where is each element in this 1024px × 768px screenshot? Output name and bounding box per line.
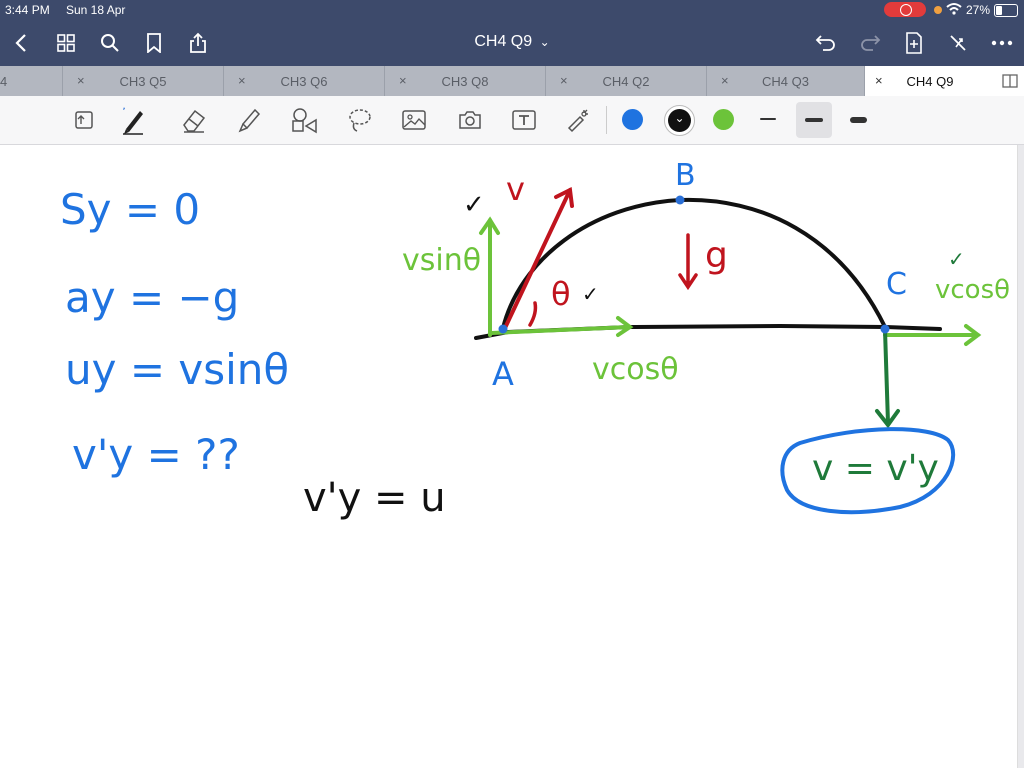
vsin-check-mark: ✓ — [463, 190, 485, 220]
tab-label: CH4 Q3 — [762, 74, 809, 89]
label-g: g — [705, 235, 728, 276]
point-b-marker — [675, 195, 685, 205]
note-page-canvas[interactable]: Sy = 0 ay = −g uy = vsinθ v'y = ?? v'y =… — [0, 145, 1024, 768]
chevron-down-icon: ⌄ — [539, 35, 550, 49]
label-c: C — [886, 267, 907, 302]
stroke-thin-option[interactable] — [752, 104, 784, 136]
vsin-arrow — [479, 216, 500, 337]
label-theta: θ — [551, 275, 571, 313]
label-vcos-right: vcosθ — [935, 275, 1011, 305]
stroke-thick-option[interactable] — [842, 104, 874, 136]
image-icon[interactable] — [398, 104, 430, 136]
lasso-icon[interactable] — [344, 104, 376, 136]
dot-indicator-icon — [934, 6, 942, 14]
stroke-medium-option-selected[interactable] — [796, 102, 832, 138]
tab-1[interactable]: × CH3 Q5 — [63, 66, 224, 96]
tab-3[interactable]: × CH3 Q8 — [385, 66, 546, 96]
vcos-check-mark: ✓ — [948, 247, 965, 271]
theta-check-mark: ✓ — [582, 282, 599, 306]
document-title-text: CH4 Q9 — [474, 33, 533, 50]
redo-icon[interactable] — [857, 30, 883, 56]
color-swatch-green[interactable] — [713, 109, 734, 130]
label-vsin: vsinθ — [402, 243, 482, 278]
wifi-icon — [946, 2, 962, 19]
color-swatch-black-selected[interactable]: ⌄ — [664, 105, 695, 136]
theta-arc — [528, 301, 538, 327]
undo-icon[interactable] — [813, 30, 839, 56]
page-scrollbar[interactable] — [1017, 145, 1024, 768]
chevron-down-icon: ⌄ — [668, 109, 691, 132]
pen-icon[interactable] — [116, 104, 148, 136]
tab-4[interactable]: × CH4 Q2 — [546, 66, 707, 96]
equation-vy-unknown: v'y = ?? — [72, 430, 240, 479]
tab-label: 4 — [0, 74, 8, 89]
equation-uy: uy = vsinθ — [65, 345, 290, 394]
tab-label: CH4 Q9 — [906, 74, 954, 89]
label-vcos-bottom: vcosθ — [592, 352, 679, 387]
drawing-toolbar: ⌄ — [0, 96, 1024, 145]
gravity-arrow — [678, 233, 698, 291]
shapes-icon[interactable] — [288, 104, 320, 136]
add-page-icon[interactable] — [901, 30, 927, 56]
recording-indicator-icon — [884, 2, 926, 17]
eraser-icon[interactable] — [178, 104, 210, 136]
document-tabs: 4 × CH3 Q5 × CH3 Q6 × CH3 Q8 × CH4 Q2 × … — [0, 66, 1024, 96]
disable-touch-icon[interactable] — [945, 30, 971, 56]
battery-percent: 27% — [966, 3, 991, 17]
boxed-equation: v = v'y — [812, 448, 939, 489]
tab-2[interactable]: × CH3 Q6 — [224, 66, 385, 96]
camera-icon[interactable] — [454, 104, 486, 136]
status-bar: 3:44 PM Sun 18 Apr 27% — [0, 0, 1024, 20]
tab-label: CH3 Q5 — [119, 74, 167, 89]
equation-ay: ay = −g — [65, 273, 240, 322]
battery-icon — [994, 4, 1018, 17]
laser-pointer-icon[interactable] — [562, 104, 594, 136]
tab-label: CH3 Q6 — [280, 74, 328, 89]
text-box-icon[interactable] — [508, 104, 540, 136]
highlighter-icon[interactable] — [233, 104, 265, 136]
status-date: Sun 18 Apr — [66, 3, 126, 17]
label-v: v — [506, 170, 525, 208]
vy-arrow-c — [875, 328, 900, 429]
tab-0[interactable]: 4 — [0, 66, 63, 96]
tab-label: CH4 Q2 — [602, 74, 650, 89]
split-view-icon[interactable] — [995, 66, 1024, 96]
label-a: A — [492, 355, 514, 393]
status-time: 3:44 PM — [5, 3, 50, 17]
color-swatch-blue[interactable] — [622, 109, 643, 130]
scroll-mode-icon[interactable] — [68, 104, 100, 136]
more-options-icon[interactable] — [989, 30, 1015, 56]
navigation-bar: CH4 Q9 ⌄ — [0, 20, 1024, 66]
point-a-marker — [498, 324, 508, 334]
equation-vy-u: v'y = u — [303, 475, 446, 521]
point-c-marker — [880, 324, 890, 334]
label-b: B — [675, 158, 696, 193]
tab-5[interactable]: × CH4 Q3 — [707, 66, 865, 96]
tab-6-active[interactable]: × CH4 Q9 — [865, 66, 995, 96]
tab-label: CH3 Q8 — [441, 74, 489, 89]
equation-sy: Sy = 0 — [60, 185, 201, 234]
toolbar-divider — [606, 106, 607, 134]
vcos-arrow-a — [490, 316, 634, 337]
